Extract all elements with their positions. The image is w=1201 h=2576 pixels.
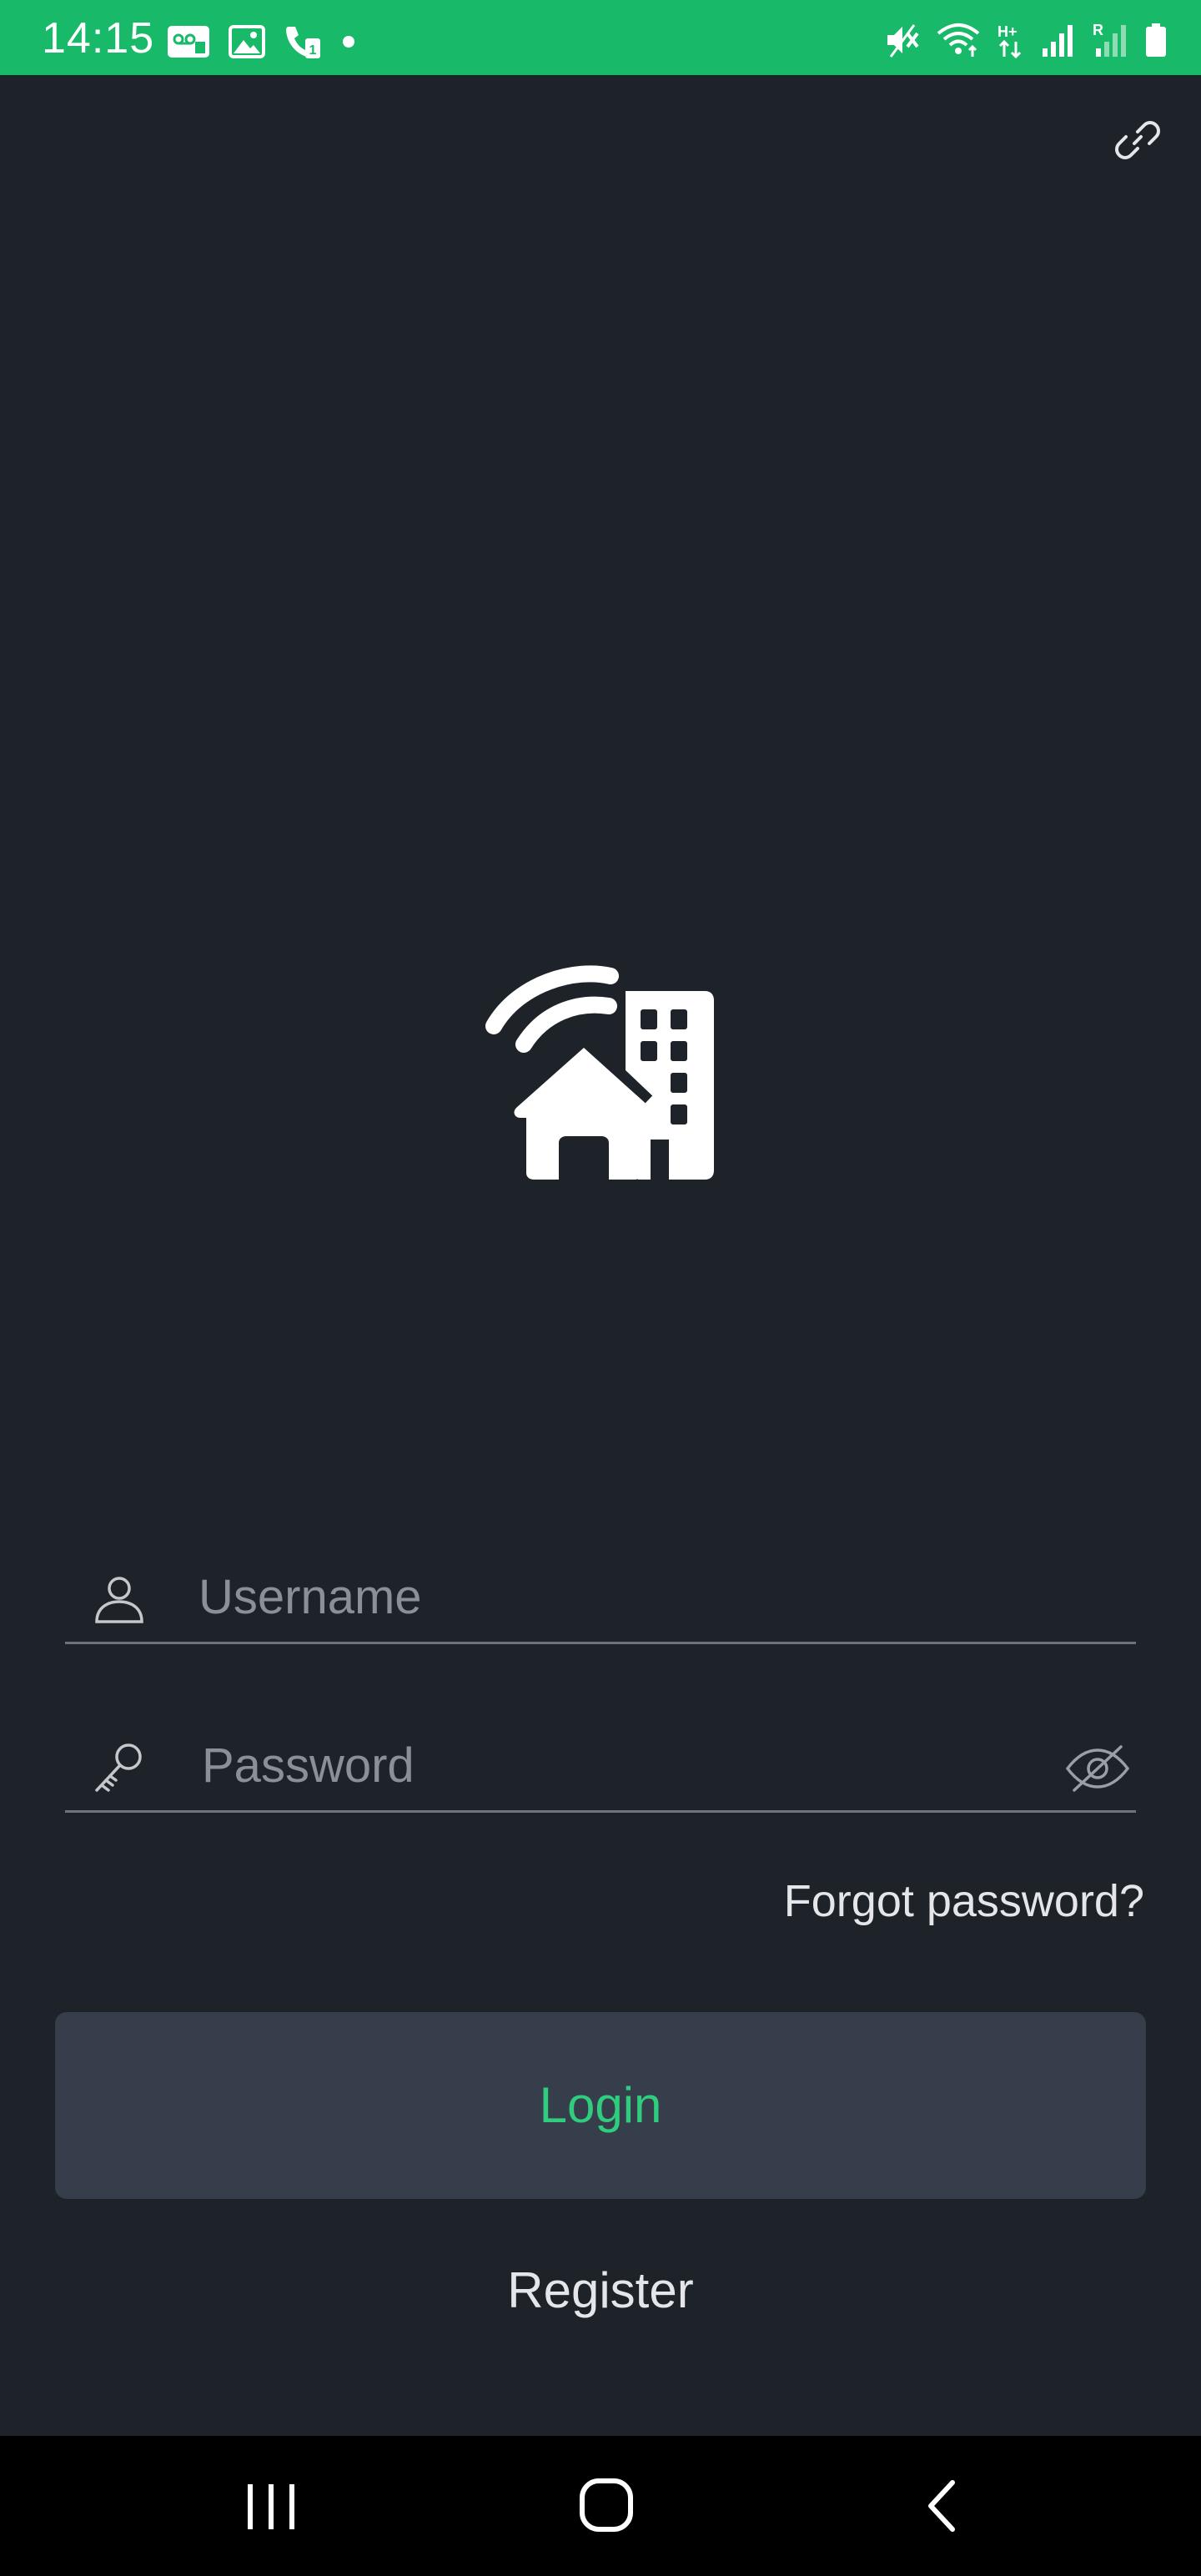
username-input[interactable]: Username: [198, 1568, 422, 1627]
status-bar: 14:15 1 H+ R: [0, 0, 1201, 75]
voicemail-icon: [167, 25, 210, 58]
notification-dot-icon: [340, 25, 357, 58]
password-input[interactable]: Password: [202, 1737, 415, 1795]
back-icon[interactable]: [906, 2473, 981, 2539]
link-icon[interactable]: [1113, 115, 1163, 165]
home-icon[interactable]: [569, 2473, 644, 2539]
login-button[interactable]: Login: [55, 2012, 1146, 2199]
signal-roaming-icon: R: [1093, 22, 1129, 58]
mute-vibrate-icon: [884, 22, 921, 58]
status-right-icons: H+ R: [884, 22, 1168, 58]
signal-icon: [1041, 22, 1078, 58]
login-screen: 14:15 1 H+ R Username Password Forgot pa…: [0, 0, 1201, 2576]
wifi-icon: [936, 22, 981, 58]
password-field[interactable]: Password: [65, 1727, 1136, 1813]
recents-icon[interactable]: [234, 2473, 309, 2539]
forgot-password-link[interactable]: Forgot password?: [784, 1872, 1144, 1930]
status-left-icons: 1: [167, 23, 357, 60]
login-button-label: Login: [539, 2077, 662, 2133]
smart-home-wifi-building-icon: [484, 958, 717, 1183]
user-icon: [90, 1570, 148, 1628]
register-link[interactable]: Register: [0, 2261, 1201, 2321]
battery-icon: [1144, 22, 1168, 58]
eye-off-icon[interactable]: [1064, 1735, 1131, 1802]
svg-text:R: R: [1093, 22, 1103, 38]
call-sim1-icon: 1: [284, 23, 322, 60]
image-icon: [229, 25, 265, 58]
navigation-bar: [0, 2436, 1201, 2576]
key-icon: [90, 1738, 148, 1797]
svg-text:H+: H+: [997, 23, 1018, 40]
username-field[interactable]: Username: [65, 1558, 1136, 1644]
status-time: 14:15: [42, 14, 155, 63]
h-plus-data-icon: H+: [996, 22, 1026, 58]
svg-text:1: 1: [309, 43, 317, 58]
